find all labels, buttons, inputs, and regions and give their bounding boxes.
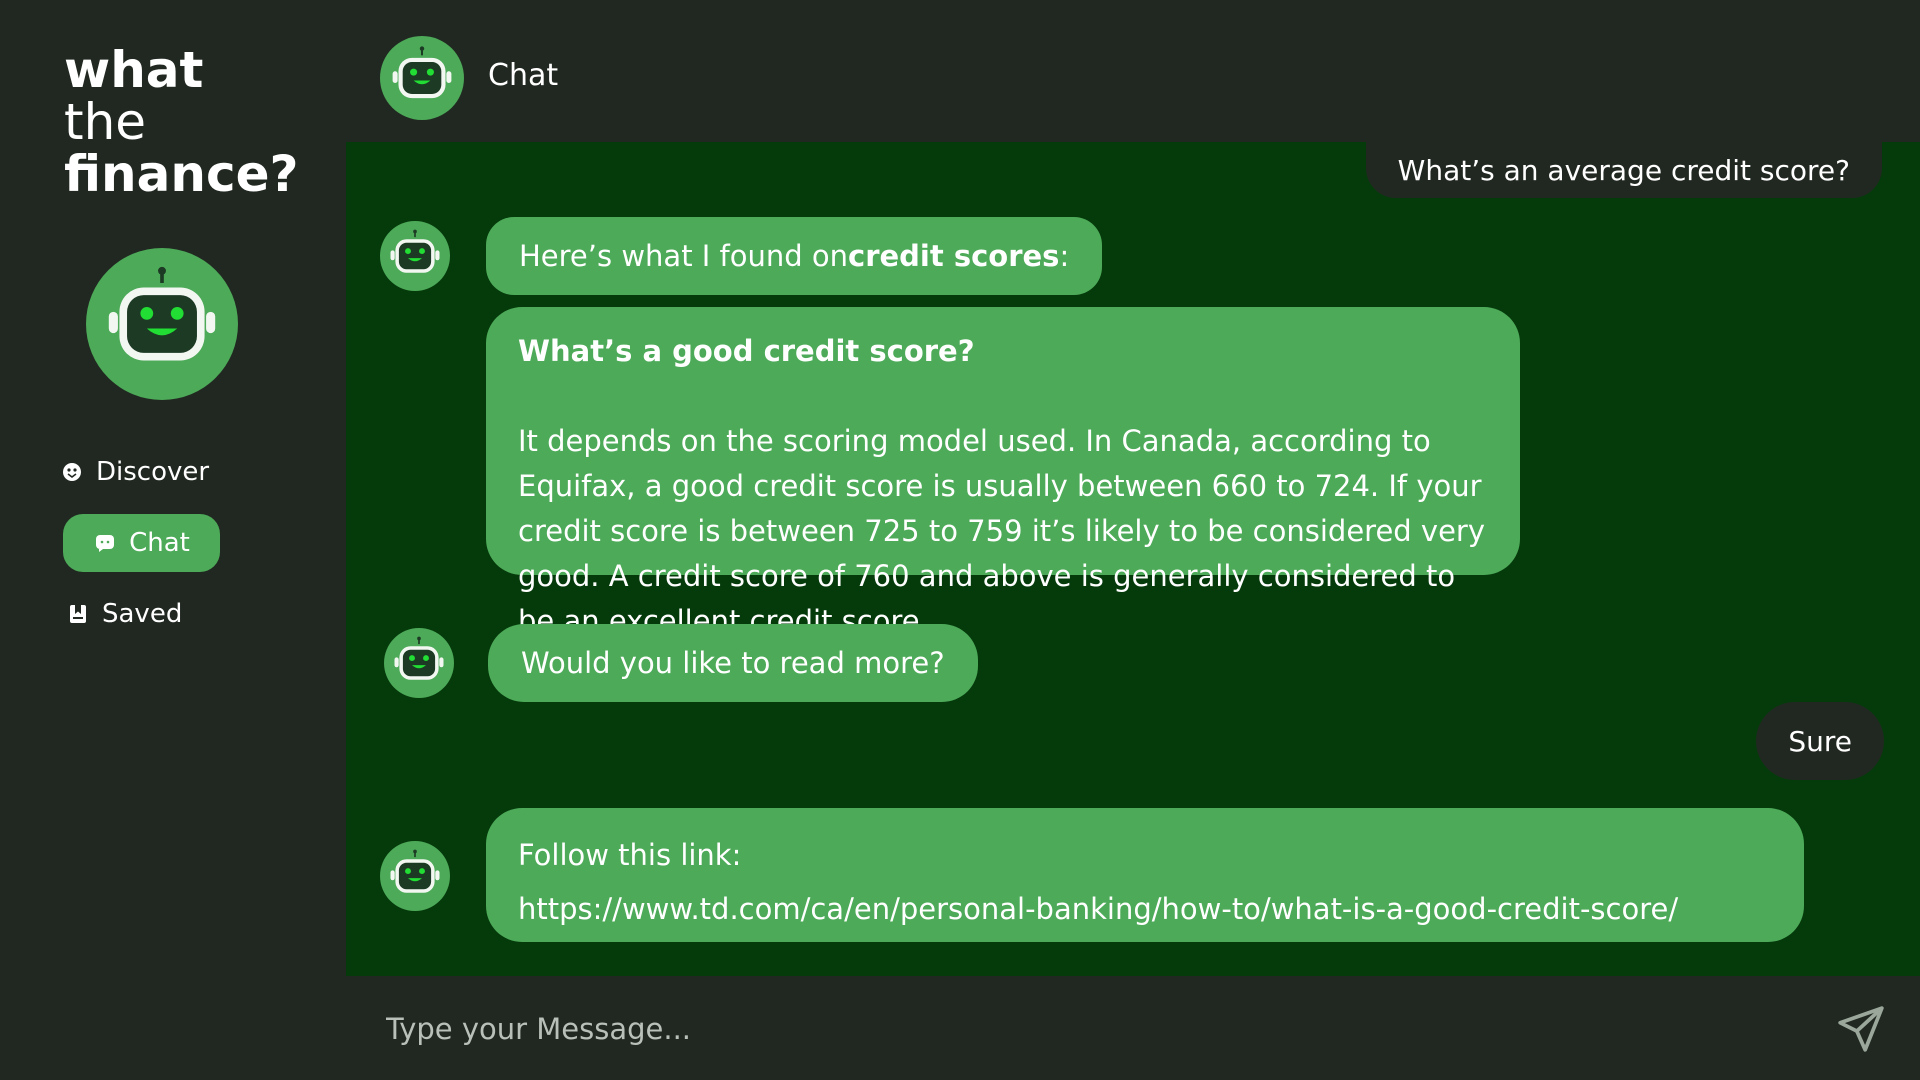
send-button[interactable]	[1834, 1002, 1888, 1056]
chat-icon	[93, 531, 117, 555]
robot-icon	[394, 636, 444, 680]
sidebar-item-saved[interactable]: Saved	[66, 597, 182, 631]
message-input[interactable]	[384, 1000, 1788, 1058]
bot-avatar	[380, 841, 450, 911]
chat-area: What’s an average credit score? Here’s w…	[346, 142, 1920, 976]
message-text: Would you like to read more?	[521, 646, 945, 680]
bot-message: Would you like to read more?	[488, 624, 978, 702]
page-title: Chat	[488, 58, 559, 93]
bookmark-icon	[66, 602, 90, 626]
sidebar-item-chat[interactable]: Chat	[63, 514, 220, 572]
logo-line-2: the	[64, 93, 147, 151]
message-text: It depends on the scoring model used. In…	[518, 424, 1485, 638]
robot-icon	[390, 229, 440, 273]
message-text: What’s an average credit score?	[1397, 153, 1850, 187]
message-text: Follow this link:	[518, 838, 742, 872]
user-message: Sure	[1756, 702, 1884, 780]
message-text: Here’s what I found on	[519, 239, 849, 273]
user-message: What’s an average credit score?	[1365, 142, 1882, 198]
sidebar-item-label: Discover	[96, 457, 210, 487]
sidebar-item-discover[interactable]: Discover	[60, 455, 209, 489]
message-heading: What’s a good credit score?	[518, 334, 975, 368]
app-logo: what the finance?	[64, 44, 299, 200]
message-link[interactable]: https://www.td.com/ca/en/personal-bankin…	[518, 882, 1772, 936]
sidebar: what the finance? Discover Chat Saved	[0, 0, 346, 1080]
robot-avatar	[86, 248, 238, 400]
send-icon	[1838, 1006, 1884, 1052]
bot-message: Here’s what I found on credit scores:	[486, 217, 1103, 295]
message-bold-text: credit scores	[848, 239, 1060, 273]
bot-avatar	[380, 221, 450, 291]
message-text: Sure	[1788, 724, 1852, 758]
composer	[346, 976, 1920, 1080]
logo-line-1: what	[64, 41, 204, 99]
robot-icon	[108, 266, 216, 361]
message-text-suffix: :	[1059, 239, 1070, 273]
discover-icon	[60, 460, 84, 484]
robot-icon	[390, 849, 440, 893]
bot-avatar	[384, 628, 454, 698]
sidebar-item-label: Saved	[102, 599, 183, 629]
bot-message: Follow this link: https://www.td.com/ca/…	[486, 808, 1804, 942]
header-avatar	[380, 36, 464, 120]
logo-line-3: finance?	[64, 145, 299, 203]
sidebar-item-label: Chat	[129, 528, 190, 558]
robot-icon	[392, 46, 452, 99]
bot-message: What’s a good credit score? It depends o…	[486, 307, 1520, 638]
